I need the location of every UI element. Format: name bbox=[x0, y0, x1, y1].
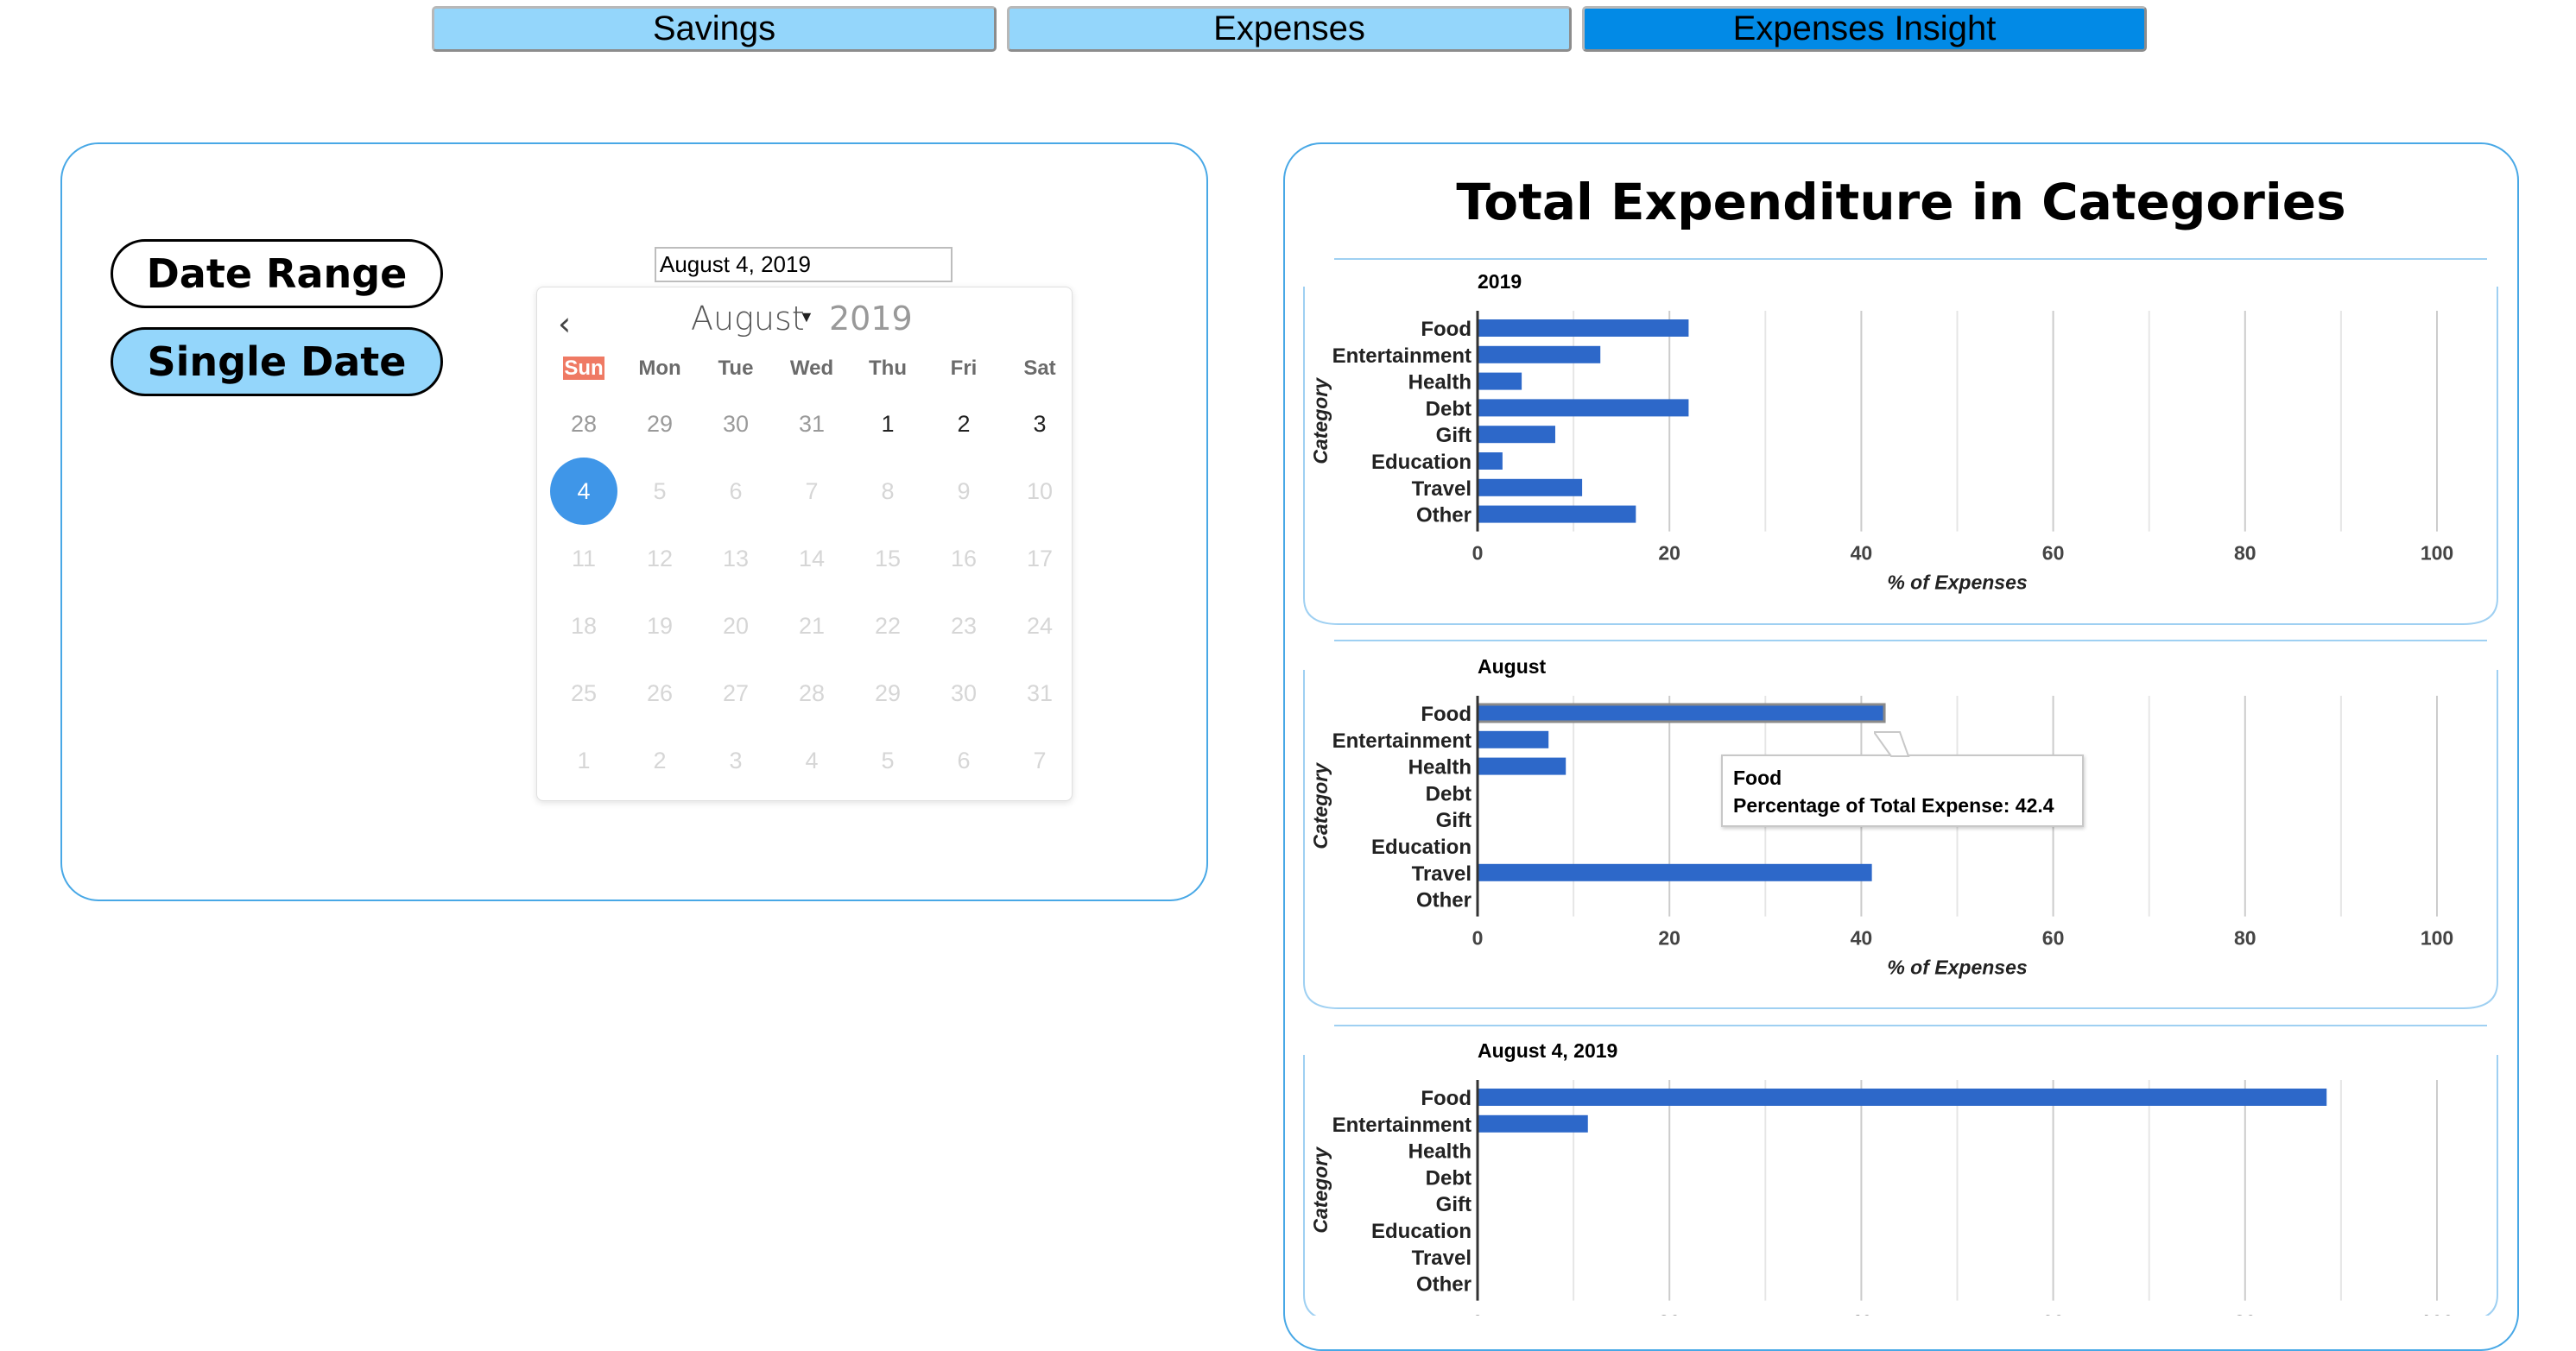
y-axis-label: Category bbox=[1309, 762, 1332, 849]
category-label: Food bbox=[1421, 318, 1472, 341]
tick-label: 20 bbox=[1658, 927, 1680, 950]
bar bbox=[1478, 505, 1636, 523]
tick-label: 40 bbox=[1851, 927, 1873, 950]
tick-label: 60 bbox=[2042, 542, 2065, 565]
chart-subtitle: 2019 bbox=[1478, 270, 1522, 293]
bar bbox=[1478, 730, 1549, 748]
tooltip-title: Food bbox=[1733, 767, 1782, 789]
tooltip-pointer bbox=[1874, 731, 1910, 757]
x-axis-label: % of Expenses bbox=[1887, 571, 2027, 594]
category-label: Other bbox=[1416, 889, 1472, 912]
y-axis-label: Category bbox=[1309, 377, 1332, 464]
tick-label: 0 bbox=[1472, 1311, 1484, 1316]
tick-label: 80 bbox=[2234, 1311, 2256, 1316]
tick-label: 0 bbox=[1472, 542, 1484, 565]
category-label: Debt bbox=[1426, 397, 1472, 420]
tick-label: 60 bbox=[2042, 927, 2065, 950]
bar bbox=[1478, 345, 1601, 363]
category-label: Health bbox=[1408, 371, 1472, 395]
category-label: Gift bbox=[1436, 1193, 1472, 1216]
chart-subtitle: August bbox=[1478, 655, 1547, 678]
tick-label: 60 bbox=[2042, 1311, 2065, 1316]
chart-tooltip: Food Percentage of Total Expense: 42.4 bbox=[1721, 754, 2084, 827]
category-label: Debt bbox=[1426, 1166, 1472, 1190]
bar bbox=[1478, 319, 1689, 337]
tick-label: 100 bbox=[2421, 542, 2453, 565]
y-axis-label: Category bbox=[1309, 1146, 1332, 1234]
category-label: Education bbox=[1371, 451, 1472, 474]
tick-label: 80 bbox=[2234, 927, 2256, 950]
category-label: Health bbox=[1408, 756, 1472, 780]
category-label: Entertainment bbox=[1332, 729, 1472, 753]
tick-label: 20 bbox=[1658, 542, 1680, 565]
bar bbox=[1478, 399, 1689, 417]
category-label: Debt bbox=[1426, 782, 1472, 805]
chart-subtitle: August 4, 2019 bbox=[1478, 1039, 1617, 1062]
tick-label: 80 bbox=[2234, 542, 2256, 565]
bar bbox=[1478, 426, 1555, 444]
tick-label: 40 bbox=[1851, 542, 1873, 565]
bar bbox=[1478, 1089, 2327, 1106]
bar bbox=[1478, 1114, 1588, 1133]
category-label: Entertainment bbox=[1332, 344, 1472, 368]
tick-label: 0 bbox=[1472, 927, 1484, 950]
tick-label: 20 bbox=[1658, 1311, 1680, 1316]
tick-label: 100 bbox=[2421, 1311, 2453, 1316]
tick-label: 40 bbox=[1851, 1311, 1873, 1316]
bar bbox=[1478, 452, 1503, 470]
bar bbox=[1478, 757, 1566, 775]
bar bbox=[1478, 372, 1522, 390]
category-label: Entertainment bbox=[1332, 1114, 1472, 1137]
category-label: Gift bbox=[1436, 809, 1472, 832]
bar bbox=[1478, 863, 1872, 881]
category-label: Food bbox=[1421, 1087, 1472, 1110]
category-label: Travel bbox=[1412, 1247, 1472, 1270]
category-label: Other bbox=[1416, 504, 1472, 527]
category-label: Other bbox=[1416, 1273, 1472, 1297]
x-axis-label: % of Expenses bbox=[1887, 956, 2027, 979]
bar bbox=[1478, 478, 1583, 496]
tooltip-text: Percentage of Total Expense: 42.4 bbox=[1733, 794, 2054, 817]
category-label: Education bbox=[1371, 1220, 1472, 1243]
category-label: Food bbox=[1421, 703, 1472, 726]
tick-label: 100 bbox=[2421, 927, 2453, 950]
charts-area: 2019FoodEntertainmentHealthDebtGiftEduca… bbox=[1303, 258, 2498, 1316]
bar bbox=[1476, 703, 1886, 723]
category-label: Health bbox=[1408, 1140, 1472, 1164]
category-label: Education bbox=[1371, 836, 1472, 859]
category-label: Gift bbox=[1436, 424, 1472, 447]
category-label: Travel bbox=[1412, 477, 1472, 501]
category-label: Travel bbox=[1412, 862, 1472, 886]
